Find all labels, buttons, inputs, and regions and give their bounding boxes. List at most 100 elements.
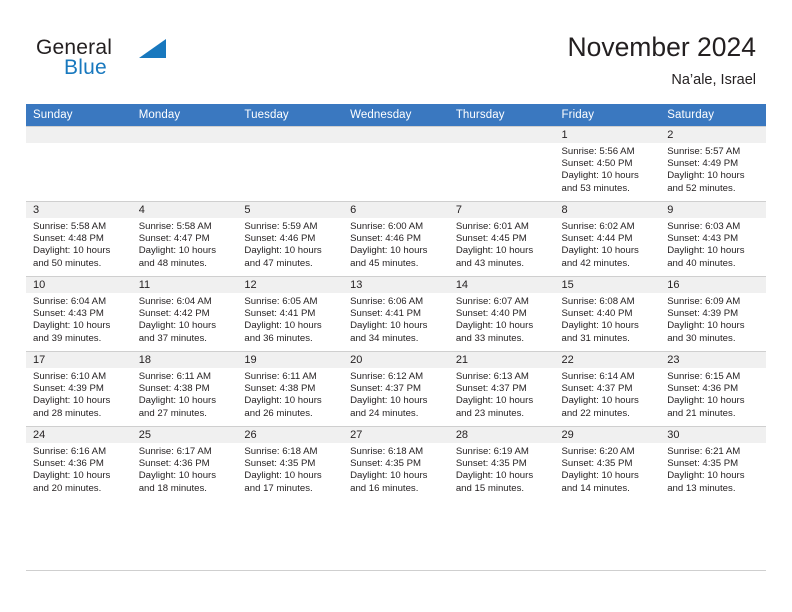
table-bottom-rule [26, 570, 766, 571]
calendar-day-cell[interactable]: 4 Sunrise: 5:58 AM Sunset: 4:47 PM Daylight… [131, 201, 238, 277]
day-detail-line: Sunrise: 5:56 AM [561, 146, 635, 157]
calendar-week-row: 10 Sunrise: 6:04 AM Sunset: 4:43 PM Dayligh… [26, 276, 766, 352]
calendar-week-row: 17 Sunrise: 6:10 AM Sunset: 4:39 PM Dayligh… [26, 351, 766, 427]
calendar-day-cell[interactable]: 3 Sunrise: 5:58 AM Sunset: 4:48 PM Daylight… [26, 201, 132, 277]
day-detail-line: and 24 minutes. [350, 407, 419, 419]
day-detail-line: Sunset: 4:35 PM [667, 458, 739, 470]
calendar-day-cell[interactable]: 25 Sunrise: 6:17 AM Sunset: 4:36 PM Dayligh… [131, 426, 238, 501]
day-details [237, 143, 343, 146]
calendar-day-cell[interactable]: 8 Sunrise: 6:02 AM Sunset: 4:44 PM Daylight… [554, 201, 661, 277]
calendar-day-cell[interactable]: 28 Sunrise: 6:19 AM Sunset: 4:35 PM Dayligh… [448, 426, 555, 501]
day-detail-line: and 26 minutes. [244, 407, 313, 419]
day-detail-line: Daylight: 10 hours [33, 395, 111, 407]
day-number: 22 [554, 352, 661, 368]
day-detail-line: and 36 minutes. [244, 332, 313, 344]
day-detail-line: Daylight: 10 hours [667, 320, 745, 332]
calendar-day-cell[interactable]: 19 Sunrise: 6:11 AM Sunset: 4:38 PM Dayligh… [237, 351, 344, 427]
day-number: 29 [554, 427, 661, 443]
calendar-day-cell[interactable]: 14 Sunrise: 6:07 AM Sunset: 4:40 PM Dayligh… [448, 276, 555, 352]
day-detail-line: Sunset: 4:46 PM [244, 233, 316, 245]
calendar-day-cell[interactable]: 7 Sunrise: 6:01 AM Sunset: 4:45 PM Daylight… [448, 201, 555, 277]
day-detail-line: Sunset: 4:42 PM [138, 308, 210, 320]
day-number: 16 [660, 277, 766, 293]
day-details: Sunrise: 6:17 AM Sunset: 4:36 PM Daylight:… [132, 443, 238, 495]
day-detail-line: Sunrise: 6:20 AM [561, 446, 635, 457]
page-header: General Blue November 2024 Na’ale, Israe… [0, 0, 792, 98]
calendar-day-cell[interactable]: 15 Sunrise: 6:08 AM Sunset: 4:40 PM Dayligh… [554, 276, 661, 352]
day-detail-line: Sunrise: 6:11 AM [138, 371, 212, 382]
day-detail-line: Sunrise: 6:18 AM [350, 446, 424, 457]
day-detail-line: Sunrise: 5:58 AM [138, 221, 212, 232]
day-number: 18 [131, 352, 238, 368]
calendar-day-cell[interactable]: 2 Sunrise: 5:57 AM Sunset: 4:49 PM Daylight… [660, 126, 766, 202]
day-detail-line: and 13 minutes. [667, 482, 736, 494]
day-details: Sunrise: 6:04 AM Sunset: 4:42 PM Daylight:… [132, 293, 238, 345]
calendar-day-cell[interactable]: 9 Sunrise: 6:03 AM Sunset: 4:43 PM Daylight… [660, 201, 766, 277]
calendar-day-cell[interactable]: 30 Sunrise: 6:21 AM Sunset: 4:35 PM Dayligh… [660, 426, 766, 501]
calendar-day-cell[interactable]: 5 Sunrise: 5:59 AM Sunset: 4:46 PM Daylight… [237, 201, 344, 277]
calendar-day-cell[interactable]: 21 Sunrise: 6:13 AM Sunset: 4:37 PM Dayligh… [448, 351, 555, 427]
day-number: 13 [343, 277, 449, 293]
calendar-day-cell-empty [131, 126, 238, 202]
calendar-day-cell[interactable]: 13 Sunrise: 6:06 AM Sunset: 4:41 PM Dayligh… [343, 276, 449, 352]
day-detail-line: Daylight: 10 hours [244, 395, 322, 407]
day-details: Sunrise: 6:05 AM Sunset: 4:41 PM Daylight:… [237, 293, 343, 345]
calendar-day-cell[interactable]: 27 Sunrise: 6:18 AM Sunset: 4:35 PM Dayligh… [343, 426, 449, 501]
day-detail-line: Sunrise: 6:16 AM [33, 446, 107, 457]
day-detail-line: Sunset: 4:41 PM [350, 308, 422, 320]
day-number: 15 [554, 277, 661, 293]
calendar-day-cell[interactable]: 10 Sunrise: 6:04 AM Sunset: 4:43 PM Dayligh… [26, 276, 132, 352]
calendar-header-row-group: Sunday Monday Tuesday Wednesday Thursday Frid… [26, 104, 766, 127]
calendar-day-cell[interactable]: 24 Sunrise: 6:16 AM Sunset: 4:36 PM Dayligh… [26, 426, 132, 501]
day-detail-line: Sunset: 4:36 PM [33, 458, 104, 470]
day-detail-line: Daylight: 10 hours [455, 395, 534, 407]
calendar-page: General Blue November 2024 Na’ale, Israe… [0, 0, 792, 612]
day-detail-line: Sunrise: 6:19 AM [455, 446, 529, 457]
day-detail-line: and 53 minutes. [561, 182, 630, 194]
day-detail-line: Sunset: 4:44 PM [561, 233, 633, 245]
day-number: 9 [660, 202, 766, 218]
calendar-day-cell[interactable]: 12 Sunrise: 6:05 AM Sunset: 4:41 PM Dayligh… [237, 276, 344, 352]
weekday-header-friday: Friday [554, 104, 661, 127]
calendar-day-cell[interactable]: 20 Sunrise: 6:12 AM Sunset: 4:37 PM Dayligh… [343, 351, 449, 427]
day-number: 6 [343, 202, 449, 218]
day-detail-line: Sunrise: 6:02 AM [561, 221, 635, 232]
day-detail-line: Sunrise: 6:04 AM [138, 296, 212, 307]
day-detail-line: Sunrise: 6:06 AM [350, 296, 424, 307]
day-detail-line: and 30 minutes. [667, 332, 736, 344]
calendar-day-cell[interactable]: 6 Sunrise: 6:00 AM Sunset: 4:46 PM Daylight… [343, 201, 449, 277]
day-detail-line: and 22 minutes. [561, 407, 630, 419]
calendar-day-cell[interactable]: 1 Sunrise: 5:56 AM Sunset: 4:50 PM Daylight… [554, 126, 661, 202]
day-number: 11 [131, 277, 238, 293]
day-detail-line: Sunset: 4:39 PM [33, 383, 104, 395]
day-details: Sunrise: 6:03 AM Sunset: 4:43 PM Daylight:… [660, 218, 766, 270]
calendar-day-cell[interactable]: 17 Sunrise: 6:10 AM Sunset: 4:39 PM Dayligh… [26, 351, 132, 427]
triangle-logo-icon [139, 39, 166, 58]
day-number: 3 [26, 202, 132, 218]
day-detail-line: and 34 minutes. [350, 332, 419, 344]
calendar-day-cell[interactable]: 23 Sunrise: 6:15 AM Sunset: 4:36 PM Dayligh… [660, 351, 766, 427]
day-details: Sunrise: 6:08 AM Sunset: 4:40 PM Daylight:… [555, 293, 661, 345]
day-detail-line: Sunset: 4:35 PM [455, 458, 527, 470]
day-number: 12 [237, 277, 344, 293]
day-number: 23 [660, 352, 766, 368]
day-number: 27 [343, 427, 449, 443]
day-detail-line: Daylight: 10 hours [455, 245, 534, 257]
calendar-day-cell-empty [343, 126, 449, 202]
calendar-day-cell[interactable]: 11 Sunrise: 6:04 AM Sunset: 4:42 PM Dayligh… [131, 276, 238, 352]
day-detail-line: and 27 minutes. [138, 407, 207, 419]
calendar-day-cell[interactable]: 26 Sunrise: 6:18 AM Sunset: 4:35 PM Dayligh… [237, 426, 344, 501]
brand-logo[interactable]: General Blue [36, 36, 296, 84]
day-number: 26 [237, 427, 344, 443]
day-detail-line: Daylight: 10 hours [33, 245, 111, 257]
calendar-day-cell[interactable]: 22 Sunrise: 6:14 AM Sunset: 4:37 PM Dayligh… [554, 351, 661, 427]
day-detail-line: Sunrise: 6:03 AM [667, 221, 741, 232]
calendar-day-cell[interactable]: 18 Sunrise: 6:11 AM Sunset: 4:38 PM Dayligh… [131, 351, 238, 427]
day-detail-line: Daylight: 10 hours [33, 470, 111, 482]
calendar-day-cell[interactable]: 29 Sunrise: 6:20 AM Sunset: 4:35 PM Dayligh… [554, 426, 661, 501]
day-details: Sunrise: 6:09 AM Sunset: 4:39 PM Daylight:… [660, 293, 766, 345]
day-details: Sunrise: 5:56 AM Sunset: 4:50 PM Daylight:… [555, 143, 661, 195]
day-detail-line: Sunrise: 6:17 AM [138, 446, 212, 457]
calendar-day-cell[interactable]: 16 Sunrise: 6:09 AM Sunset: 4:39 PM Dayligh… [660, 276, 766, 352]
day-details: Sunrise: 6:18 AM Sunset: 4:35 PM Daylight:… [343, 443, 449, 495]
